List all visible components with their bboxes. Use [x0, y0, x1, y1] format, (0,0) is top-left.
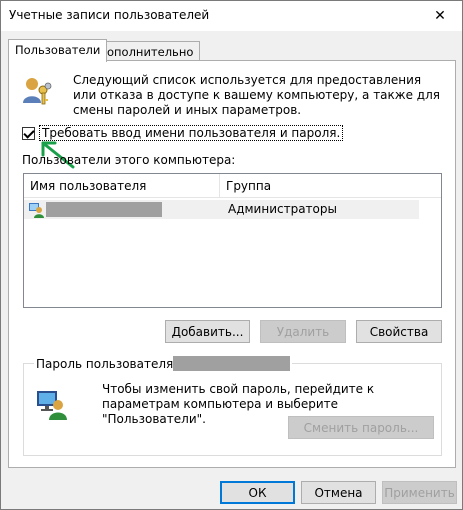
- cancel-button[interactable]: Отмена: [301, 481, 376, 504]
- redacted-username: [46, 202, 162, 217]
- user-icon: [29, 203, 44, 218]
- users-list-label: Пользователи этого компьютера:: [22, 153, 236, 167]
- user-password-icon: [37, 391, 67, 420]
- ok-button[interactable]: ОК: [220, 481, 295, 504]
- password-group-title: Пароль пользователя: [34, 356, 293, 371]
- column-header-group[interactable]: Группа: [220, 174, 441, 198]
- users-listview[interactable]: Имя пользователя Группа Администраторы: [23, 173, 442, 308]
- users-tab-panel: Следующий список используется для предос…: [8, 60, 456, 468]
- properties-button[interactable]: Свойства: [356, 320, 442, 343]
- tab-advanced[interactable]: Дополнительно: [91, 41, 201, 61]
- table-row[interactable]: Администраторы: [24, 200, 419, 219]
- close-icon[interactable]: ✕: [418, 1, 462, 31]
- user-group-cell: Администраторы: [228, 202, 337, 216]
- require-login-label[interactable]: Требовать ввод имени пользователя и паро…: [39, 125, 344, 141]
- tab-users[interactable]: Пользователи: [8, 39, 108, 62]
- remove-user-button[interactable]: Удалить: [260, 320, 346, 343]
- users-keys-icon: [23, 78, 52, 105]
- window-title: Учетные записи пользователей: [9, 8, 210, 22]
- password-group-label: Пароль пользователя: [36, 356, 174, 371]
- list-header: Имя пользователя Группа: [24, 174, 441, 198]
- require-login-checkbox[interactable]: [22, 126, 35, 140]
- change-password-button[interactable]: Сменить пароль...: [288, 416, 434, 439]
- add-user-button[interactable]: Добавить...: [165, 320, 250, 343]
- apply-button[interactable]: Применить: [382, 481, 457, 504]
- column-header-username[interactable]: Имя пользователя: [24, 174, 220, 198]
- user-accounts-window: Учетные записи пользователей ✕ Пользоват…: [0, 0, 463, 510]
- redacted-username-title: [173, 356, 291, 371]
- intro-text: Следующий список используется для предос…: [73, 73, 440, 117]
- user-password-group: Пароль пользователя Чтобы изменить свой …: [23, 356, 442, 456]
- title-bar: Учетные записи пользователей ✕: [1, 1, 462, 31]
